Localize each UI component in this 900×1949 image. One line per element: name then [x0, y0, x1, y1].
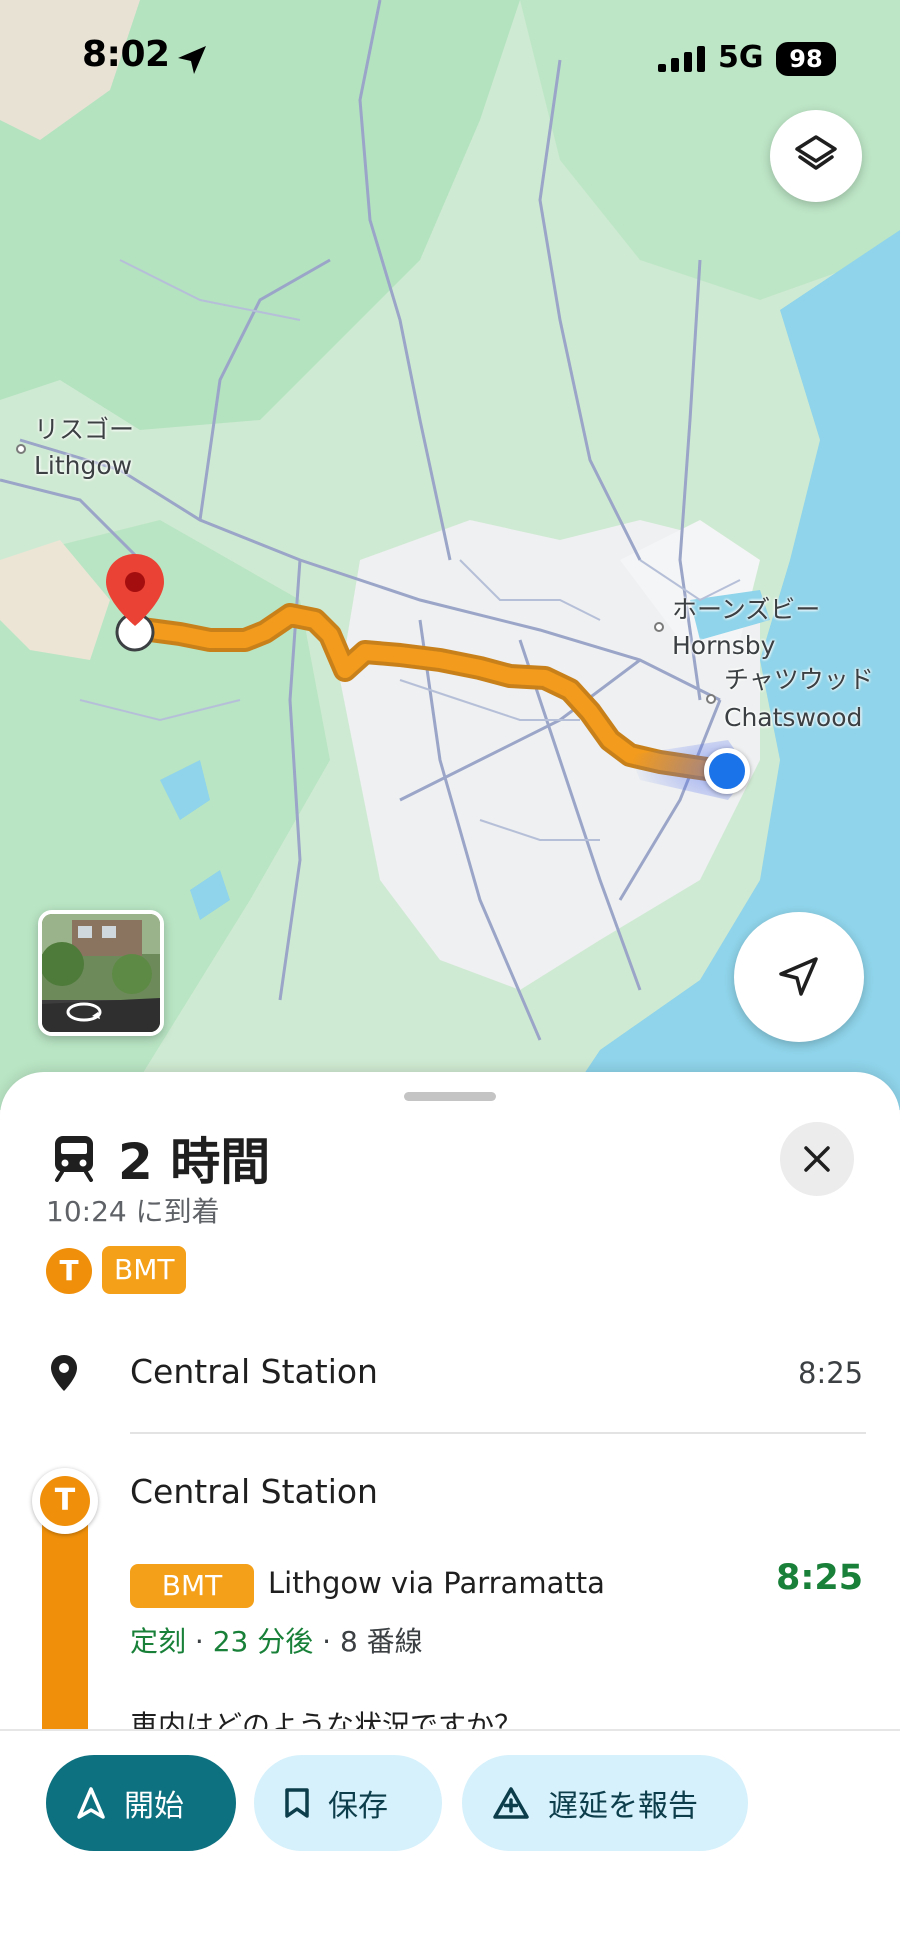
close-button[interactable] [780, 1122, 854, 1196]
leg-line-badge[interactable]: BMT [130, 1564, 254, 1608]
separator: · [186, 1625, 213, 1658]
map-label-lithgow-en[interactable]: Lithgow [34, 448, 132, 484]
leg-headsign[interactable]: Lithgow via Parramatta [268, 1566, 605, 1600]
stop-marker: T [32, 1468, 98, 1534]
report-label: 遅延を報告 [548, 1789, 698, 1824]
lithgow-marker [16, 444, 26, 454]
start-label: 開始 [124, 1789, 184, 1824]
stop-agency-badge: T [40, 1476, 90, 1526]
my-location-button[interactable] [734, 912, 864, 1042]
sheet-drag-handle[interactable] [404, 1092, 496, 1101]
on-time-status: 定刻 [130, 1625, 187, 1658]
platform-number: 8 番線 [339, 1625, 423, 1658]
layers-icon [795, 135, 837, 170]
save-label: 保存 [328, 1789, 388, 1824]
leg-status-line: 定刻 · 23 分後 · 8 番線 [130, 1620, 423, 1660]
destination-pin-icon[interactable] [104, 552, 166, 652]
minutes-until-departure: 23 分後 [212, 1625, 314, 1658]
network-type: 5G [718, 40, 764, 75]
divider [130, 1432, 866, 1434]
location-pin-icon [51, 1355, 77, 1391]
origin-location-dot [704, 748, 750, 794]
status-time: 8:02 [82, 34, 170, 75]
transit-agency-badge: T [46, 1248, 92, 1294]
chatswood-marker [706, 694, 716, 704]
hornsby-marker [654, 622, 664, 632]
start-navigation-button[interactable]: 開始 [46, 1755, 236, 1851]
action-bar: 開始 保存 遅延を報告 [0, 1729, 900, 1949]
close-icon [804, 1146, 830, 1172]
train-icon [55, 1136, 93, 1182]
warning-plus-icon [493, 1787, 529, 1819]
bookmark-icon [285, 1788, 309, 1818]
street-view-thumbnail[interactable] [38, 910, 164, 1036]
origin-time: 8:25 [798, 1356, 864, 1390]
trip-duration: 2 時間 [118, 1133, 271, 1191]
rotate-360-icon [66, 1002, 102, 1022]
battery-level: 98 [776, 42, 836, 76]
arrival-time: 10:24 に到着 [46, 1195, 220, 1228]
map-label-lithgow-ja[interactable]: リスゴー [34, 412, 134, 448]
status-bar: 8:02 5G 98 [0, 0, 900, 110]
boarding-stop-name[interactable]: Central Station [130, 1472, 378, 1511]
map-layers-button[interactable] [770, 110, 862, 202]
map-label-hornsby-ja[interactable]: ホーンズビー [672, 592, 820, 628]
map-view[interactable]: リスゴー Lithgow ホーンズビー Hornsby チャツウッド Chats… [0, 0, 900, 1110]
line-badge: BMT [102, 1246, 187, 1294]
origin-name[interactable]: Central Station [130, 1352, 378, 1391]
navigation-arrow-icon [779, 957, 818, 996]
map-label-hornsby-en[interactable]: Hornsby [672, 628, 775, 664]
map-label-chatswood-en[interactable]: Chatswood [724, 700, 862, 736]
save-button[interactable]: 保存 [254, 1755, 442, 1851]
cellular-signal-icon [658, 46, 705, 72]
separator: · [313, 1625, 340, 1658]
location-arrow-icon [178, 46, 206, 74]
leg-departure-time: 8:25 [776, 1558, 864, 1598]
report-delay-button[interactable]: 遅延を報告 [462, 1755, 748, 1851]
navigation-icon [77, 1787, 105, 1819]
map-label-chatswood-ja[interactable]: チャツウッド [724, 662, 874, 698]
